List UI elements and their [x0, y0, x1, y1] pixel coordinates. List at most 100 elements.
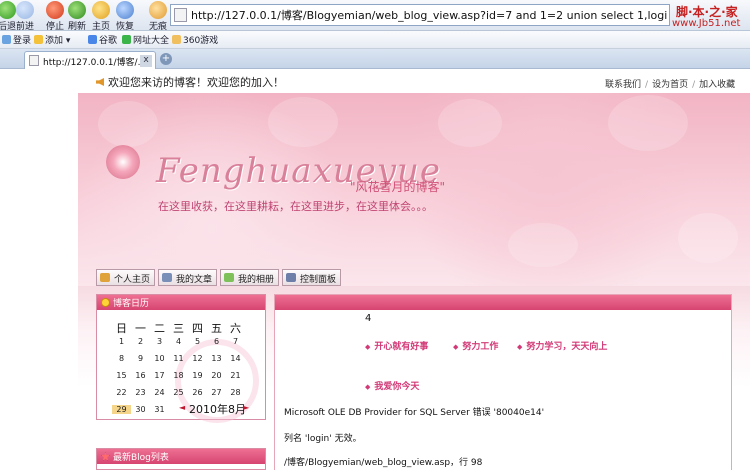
fav-add[interactable]: 添加 ▾: [34, 33, 70, 46]
nav-album-label: 我的相册: [238, 275, 275, 285]
calendar-day[interactable]: 22: [112, 388, 131, 397]
restore-button[interactable]: 恢复: [112, 1, 138, 32]
house-icon: [100, 273, 110, 282]
tab-blog[interactable]: http://127.0.0.1/博客/... x: [24, 51, 156, 69]
calendar-day[interactable]: 17: [150, 371, 169, 380]
address-bar[interactable]: [170, 4, 670, 26]
new-tab-button[interactable]: +: [160, 53, 172, 65]
banner-decoration: [608, 95, 688, 151]
calendar-day[interactable]: 26: [188, 388, 207, 397]
list-title: 最新Blog列表: [113, 453, 169, 463]
calendar-day[interactable]: 4: [169, 337, 188, 346]
calendar-day[interactable]: 11: [169, 354, 188, 363]
fav-360-games[interactable]: 360游戏: [172, 33, 218, 46]
fav-hao-label: 网址大全: [133, 36, 170, 46]
calendar-day-today[interactable]: 29: [112, 405, 131, 414]
calendar-day[interactable]: 15: [112, 371, 131, 380]
calendar-day[interactable]: 2: [131, 337, 150, 346]
main-panel-header: [275, 295, 731, 310]
home-button[interactable]: 主页: [88, 1, 114, 32]
calendar-day[interactable]: 16: [131, 371, 150, 380]
calendar-day[interactable]: 6: [207, 337, 226, 346]
stop-icon: [46, 1, 64, 19]
nav-control-panel[interactable]: 控制面板: [282, 269, 342, 286]
forward-button[interactable]: 前进: [12, 1, 38, 32]
main-content-panel: 4 开心就有好事 努力工作 努力学习，天天向上 我爱你今天 Microsoft …: [274, 294, 732, 470]
fav-google[interactable]: 谷歌: [88, 33, 117, 46]
banner-decoration: [678, 213, 738, 263]
weekday-label: 五: [211, 322, 222, 335]
tag-link[interactable]: 开心就有好事: [365, 339, 428, 352]
calendar-day[interactable]: 21: [226, 371, 245, 380]
set-homepage-link[interactable]: 设为首页: [652, 80, 688, 90]
home-icon: [92, 1, 110, 19]
calendar-day[interactable]: 14: [226, 354, 245, 363]
nav-control-label: 控制面板: [300, 275, 337, 285]
blog-banner: Fenghuaxueyue "风花雪月的博客" 在这里收获，在这里耕耘，在这里进…: [78, 93, 750, 286]
nav-album[interactable]: 我的相册: [220, 269, 280, 286]
incognito-icon: [149, 1, 167, 19]
tag-link[interactable]: 我爱你今天: [365, 379, 419, 392]
calendar-day[interactable]: 12: [188, 354, 207, 363]
calendar-prev-month[interactable]: ◄: [179, 403, 185, 412]
weekday-label: 一: [135, 322, 146, 335]
incognito-button[interactable]: 无痕: [145, 1, 171, 32]
error-location: /博客/Blogyemian/web_blog_view.asp，行 98: [284, 458, 483, 468]
banner-decoration: [438, 99, 502, 147]
calendar-day[interactable]: 5: [188, 337, 207, 346]
close-tab-icon[interactable]: x: [140, 55, 152, 67]
calendar-day[interactable]: 9: [131, 354, 150, 363]
calendar-day[interactable]: 27: [207, 388, 226, 397]
login-icon: [2, 35, 11, 44]
weekday-label: 六: [230, 322, 241, 335]
address-input[interactable]: [191, 6, 667, 24]
refresh-icon: [68, 1, 86, 19]
calendar-day[interactable]: 8: [112, 354, 131, 363]
weekday-label: 三: [173, 322, 184, 335]
fav-google-label: 谷歌: [99, 36, 118, 46]
calendar-day[interactable]: 19: [188, 371, 207, 380]
document-icon: [162, 273, 172, 282]
welcome-message: 欢迎您来访的博客！欢迎您的加入！: [96, 74, 284, 90]
speaker-icon: [96, 78, 104, 86]
calendar-day[interactable]: 23: [131, 388, 150, 397]
browser-toolbar: 后退 前进 停止 刷新 主页 恢复 无痕 脚·本·之·家 www.Jb51.ne…: [0, 0, 750, 32]
fav-360-label: 360游戏: [183, 36, 219, 46]
calendar-next-month[interactable]: ►: [243, 403, 249, 412]
fav-login[interactable]: 登录: [2, 33, 31, 46]
calendar-title: 博客日历: [113, 299, 150, 309]
calendar-day[interactable]: 25: [169, 388, 188, 397]
refresh-button[interactable]: 刷新: [64, 1, 90, 32]
calendar-day[interactable]: 13: [207, 354, 226, 363]
tag-link[interactable]: 努力学习，天天向上: [517, 339, 607, 352]
calendar-day[interactable]: 31: [150, 405, 169, 414]
contact-us-link[interactable]: 联系我们: [605, 80, 641, 90]
star-icon: [34, 35, 43, 44]
calendar-day[interactable]: 10: [150, 354, 169, 363]
fav-hao-directory[interactable]: 网址大全: [122, 33, 169, 46]
calendar-day[interactable]: 3: [150, 337, 169, 346]
google-icon: [88, 35, 97, 44]
flower-logo-icon: [106, 145, 140, 179]
clock-icon: [101, 298, 110, 307]
add-favorite-link[interactable]: 加入收藏: [699, 80, 735, 90]
page-icon: [174, 8, 187, 22]
calendar-day[interactable]: 24: [150, 388, 169, 397]
calendar-day[interactable]: 30: [131, 405, 150, 414]
calendar-day[interactable]: 7: [226, 337, 245, 346]
calendar-day[interactable]: 1: [112, 337, 131, 346]
weekday-label: 日: [116, 322, 127, 335]
tab-title: http://127.0.0.1/博客/...: [43, 58, 147, 68]
nav-home-label: 个人主页: [114, 275, 151, 285]
fav-login-label: 登录: [13, 36, 32, 46]
forward-arrow-icon: [16, 1, 34, 19]
tag-link[interactable]: 努力工作: [453, 339, 498, 352]
nav-home[interactable]: 个人主页: [96, 269, 156, 286]
calendar-day[interactable]: 18: [169, 371, 188, 380]
photo-icon: [224, 273, 234, 282]
directory-icon: [122, 35, 131, 44]
weekday-label: 四: [192, 322, 203, 335]
calendar-day[interactable]: 20: [207, 371, 226, 380]
calendar-day[interactable]: 28: [226, 388, 245, 397]
nav-articles[interactable]: 我的文章: [158, 269, 218, 286]
